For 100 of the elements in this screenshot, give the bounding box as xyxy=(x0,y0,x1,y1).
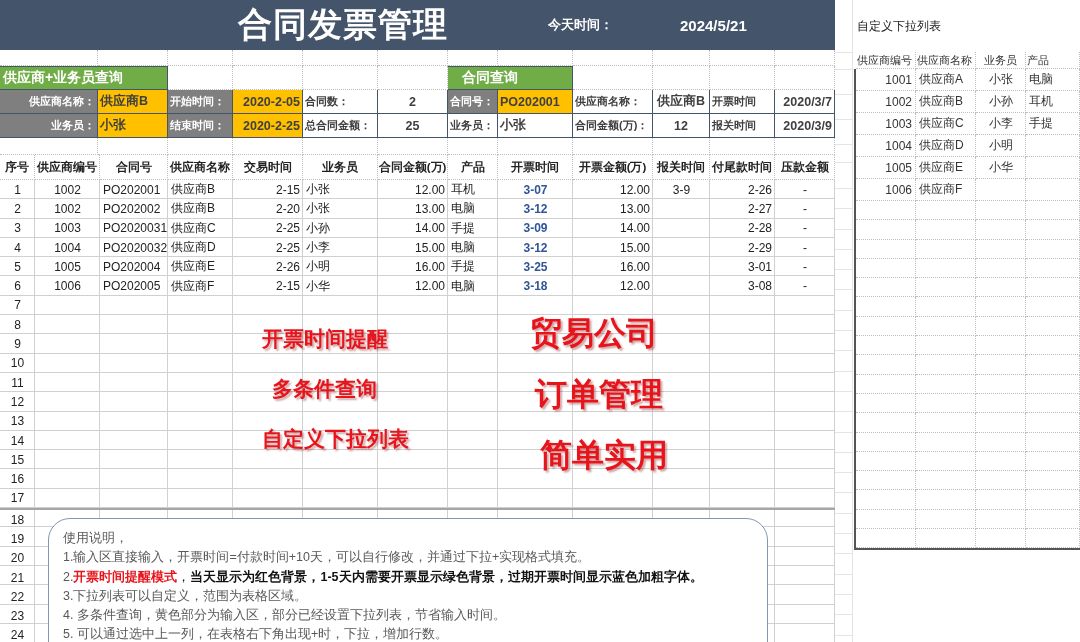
column-header: 付尾款时间 xyxy=(710,155,775,180)
row-number: 12 xyxy=(9,393,26,411)
table-cell-text: 电脑 xyxy=(450,239,476,257)
empty-cell xyxy=(856,374,916,394)
list-cell: 小张 xyxy=(976,69,1026,91)
empty-cell xyxy=(916,529,976,549)
table-cell-text: 1002 xyxy=(53,200,82,218)
table-cell-text: 2-29 xyxy=(746,239,773,257)
promo-text: 简单实用 xyxy=(540,436,668,475)
field-label: 供应商名称： xyxy=(573,90,653,114)
list-cell: 1005 xyxy=(856,157,916,179)
list-cell: 供应商F xyxy=(916,179,976,201)
input-field[interactable]: 小张 xyxy=(98,114,168,138)
row-number: 7 xyxy=(13,297,22,315)
empty-cell xyxy=(916,278,976,298)
table-cell-text: 2-15 xyxy=(274,278,301,296)
empty-cell xyxy=(1026,297,1080,317)
input-field[interactable]: PO202001 xyxy=(498,90,573,114)
table-cell-text: 供应商E xyxy=(170,258,216,276)
empty-cell xyxy=(856,258,916,279)
empty-cell xyxy=(1026,490,1080,510)
table-cell-text: 15.00 xyxy=(618,239,651,257)
input-field[interactable]: 2020-2-05 xyxy=(233,90,303,114)
empty-cell xyxy=(976,451,1026,472)
row-number: 23 xyxy=(9,608,26,626)
instruction-line: 5. 可以通过选中上一列，在表格右下角出现+时，下拉，增加行数。 xyxy=(63,626,450,642)
empty-cell xyxy=(976,220,1026,240)
result-value: 2020/3/7 xyxy=(775,90,835,114)
list-cell: 供应商D xyxy=(916,135,976,157)
row-number: 14 xyxy=(9,432,26,450)
empty-cell xyxy=(856,278,916,298)
table-cell-text: 2-26 xyxy=(274,258,301,276)
list-title: 自定义下拉列表 xyxy=(856,17,942,35)
empty-cell xyxy=(976,432,1026,452)
field-label: 合同数： xyxy=(303,90,378,114)
table-cell-text: PO202001 xyxy=(102,181,162,199)
column-header: 业务员 xyxy=(303,155,378,180)
result-value: 25 xyxy=(378,114,448,138)
list-cell: 小华 xyxy=(976,157,1026,179)
list-cell: 1003 xyxy=(856,113,916,135)
table-cell-text: 3-25 xyxy=(522,258,549,276)
row-number: 21 xyxy=(9,569,26,587)
table-cell-text: - xyxy=(802,181,808,199)
table-cell-text: 14.00 xyxy=(413,220,446,238)
empty-cell xyxy=(916,355,976,375)
empty-cell xyxy=(1026,374,1080,394)
table-cell-text: 供应商B xyxy=(170,181,216,199)
promo-text: 开票时间提醒 xyxy=(262,326,388,352)
input-field[interactable]: 供应商B xyxy=(98,90,168,114)
empty-cell xyxy=(1026,529,1080,549)
empty-cell xyxy=(916,336,976,356)
empty-cell xyxy=(653,50,710,66)
empty-cell xyxy=(1026,336,1080,356)
table-cell-text: 15.00 xyxy=(413,239,446,257)
table-cell-text: 供应商B xyxy=(170,200,216,218)
empty-cell xyxy=(1026,471,1080,491)
row-number: 11 xyxy=(10,374,25,392)
field-label: 报关时间 xyxy=(710,114,775,138)
empty-cell xyxy=(916,490,976,510)
table-cell-text: PO202004 xyxy=(102,258,162,276)
column-header: 交易时间 xyxy=(233,155,303,180)
empty-cell xyxy=(916,471,976,491)
table-cell-text: 耳机 xyxy=(450,181,476,199)
table-cell-text: 3-18 xyxy=(522,278,549,296)
empty-cell xyxy=(976,201,1026,221)
field-label: 开票时间 xyxy=(710,90,775,114)
instruction-line: 3.下拉列表可以自定义，范围为表格区域。 xyxy=(63,587,309,605)
promo-text: 多条件查询 xyxy=(272,376,377,402)
row-number: 10 xyxy=(9,355,26,373)
table-cell-text: - xyxy=(802,258,808,276)
table-cell-text: 2-26 xyxy=(746,181,773,199)
empty-cell xyxy=(168,50,233,66)
instruction-line: 4. 多条件查询，黄色部分为输入区，部分已经设置下拉列表，节省输入时间。 xyxy=(63,607,507,625)
list-cell: 供应商A xyxy=(916,69,976,91)
table-cell-text: 手提 xyxy=(450,258,476,276)
table-cell-text: 14.00 xyxy=(618,220,651,238)
row-number: 15 xyxy=(9,451,26,469)
row-number: 2 xyxy=(13,200,22,218)
column-header: 压款金额 xyxy=(775,155,835,180)
empty-cell xyxy=(1026,316,1080,337)
list-cell: 电脑 xyxy=(1026,69,1080,91)
row-number: 1 xyxy=(13,181,22,199)
row-number: 9 xyxy=(13,336,22,353)
empty-cell xyxy=(856,490,916,510)
input-field[interactable]: 2020-2-25 xyxy=(233,114,303,138)
table-cell-text: 3-9 xyxy=(671,181,692,199)
table-cell-text: - xyxy=(802,239,808,257)
empty-cell xyxy=(916,220,976,240)
table-cell-text: 3-01 xyxy=(746,258,773,276)
row-number: 18 xyxy=(9,511,26,529)
field-label: 开始时间： xyxy=(168,90,233,114)
table-cell-text: 13.00 xyxy=(413,200,446,218)
table-cell-text: 16.00 xyxy=(413,258,446,276)
table-cell-text: 小张 xyxy=(305,200,331,218)
table-cell-text: 供应商D xyxy=(170,239,217,257)
empty-cell xyxy=(856,529,916,549)
empty-cell xyxy=(448,138,498,155)
field-label: 业务员： xyxy=(0,114,98,138)
empty-cell xyxy=(916,393,976,414)
empty-cell xyxy=(976,393,1026,414)
